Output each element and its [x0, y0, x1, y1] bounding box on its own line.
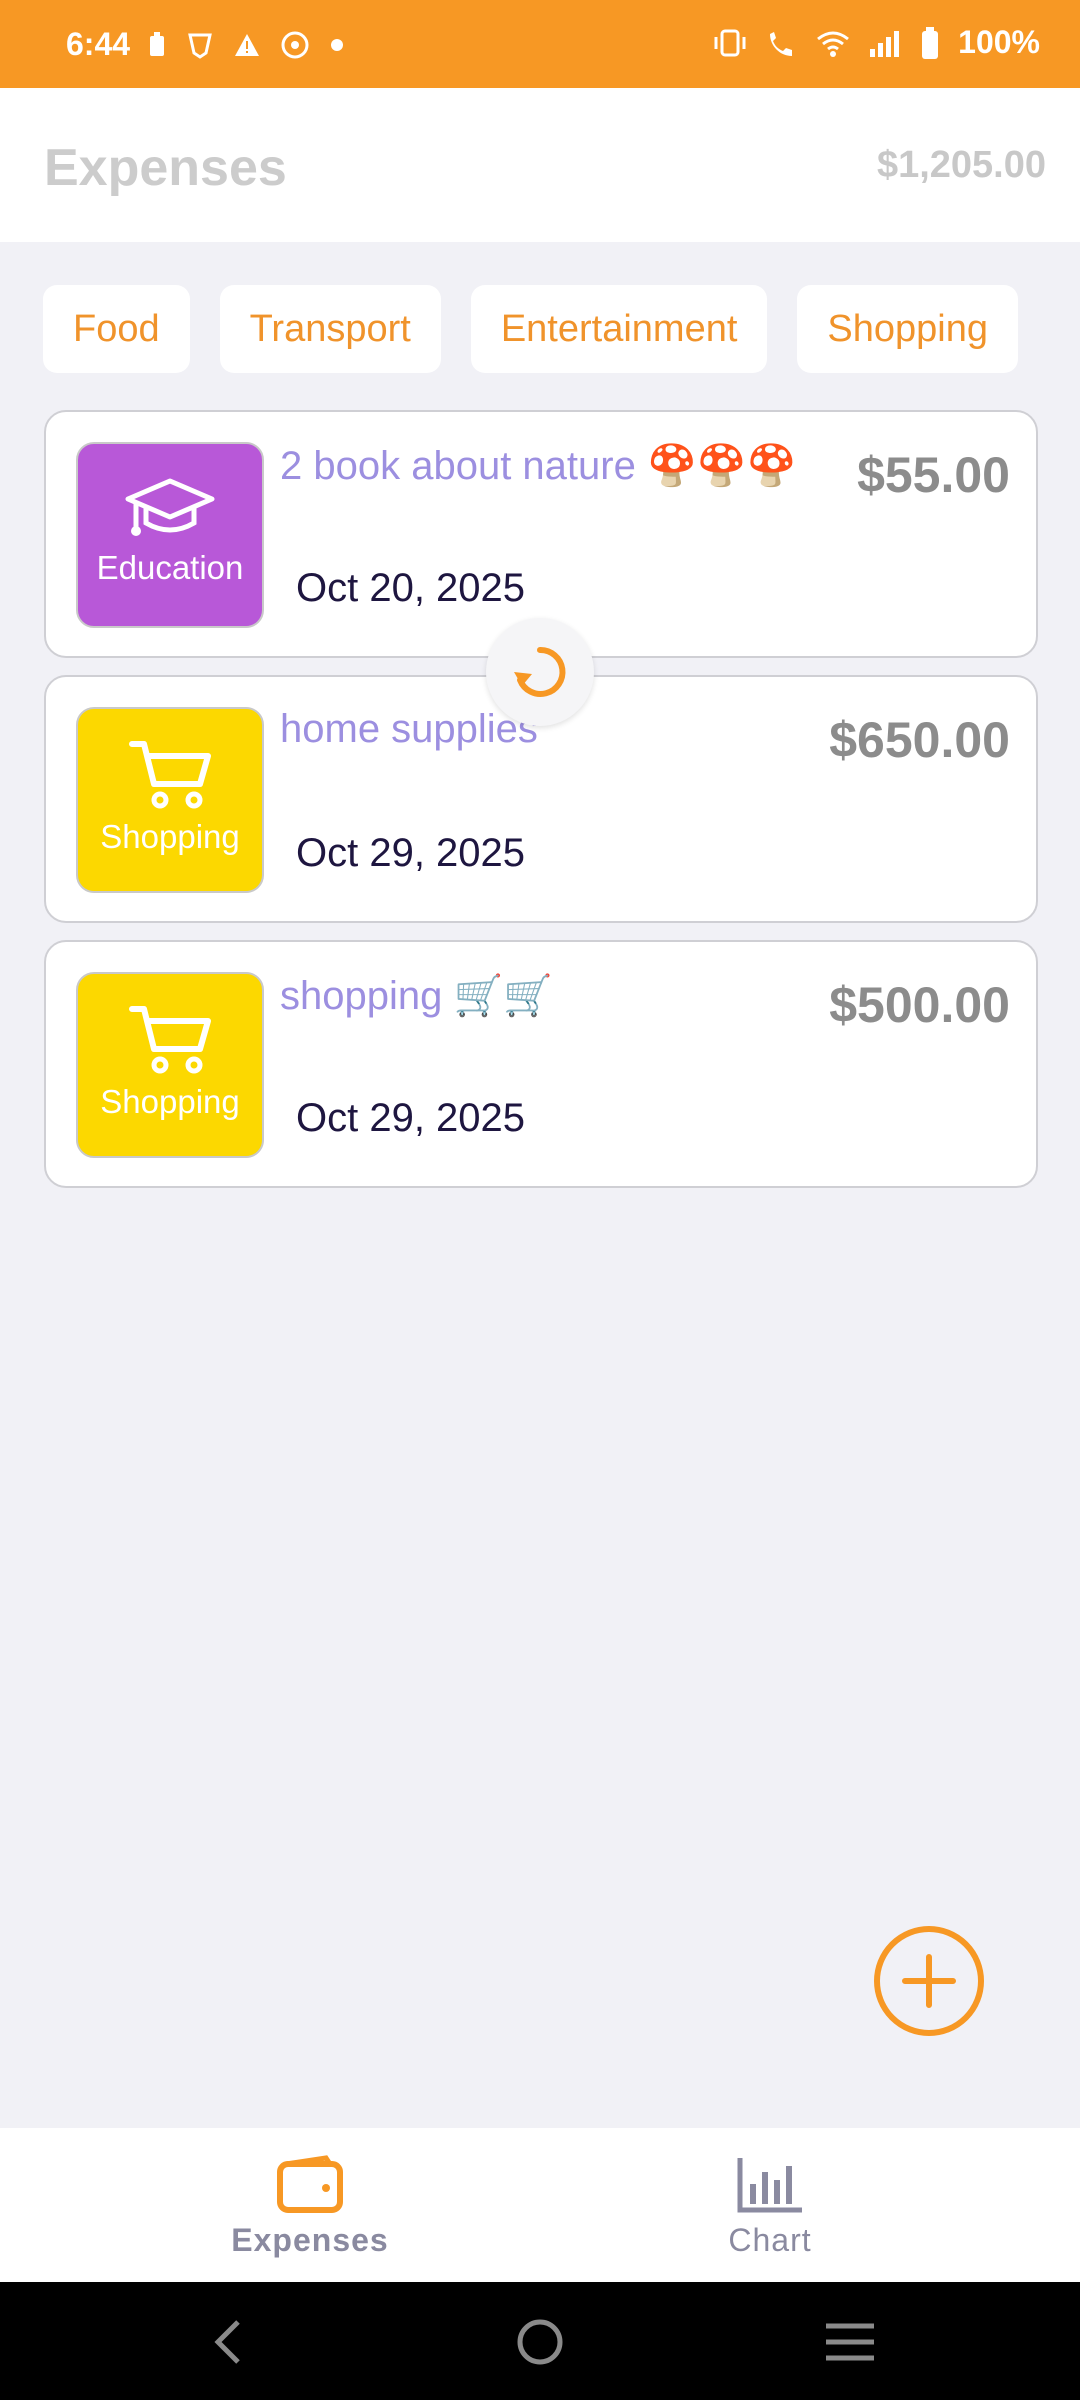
chip-food[interactable]: Food [43, 285, 190, 373]
tab-label: Chart [728, 2222, 812, 2258]
category-filter: Food Transport Entertainment Shopping [43, 285, 1018, 373]
system-navigation-bar [0, 2282, 1080, 2400]
wallet-icon [277, 2155, 343, 2213]
system-icons: 100% [712, 24, 1040, 61]
category-label: Shopping [100, 1083, 240, 1120]
dot-icon [331, 39, 343, 51]
notification-icons [148, 30, 344, 60]
warning-icon [235, 34, 259, 56]
expense-title: 2 book about nature 🍄🍄🍄 [280, 444, 797, 488]
category-badge: Shopping [76, 972, 264, 1158]
tab-chart[interactable]: Chart [500, 2128, 1040, 2282]
wifi-call-icon [770, 31, 793, 56]
bar-chart-icon [737, 2158, 802, 2213]
status-bar: 6:44 100% [0, 0, 1080, 88]
chip-shopping[interactable]: Shopping [797, 285, 1018, 373]
expense-title: home supplies [280, 707, 538, 751]
bottom-tab-bar: Expenses Chart [0, 2128, 1080, 2282]
category-badge: Shopping [76, 707, 264, 893]
expense-card[interactable]: Shopping shopping 🛒🛒 Oct 29, 2025 $500.0… [44, 940, 1038, 1188]
wifi-icon [817, 31, 850, 57]
category-label: Education [96, 549, 244, 586]
whatsapp-icon [281, 31, 309, 59]
refresh-indicator [486, 618, 594, 726]
tab-expenses[interactable]: Expenses [40, 2128, 580, 2282]
expense-title: shopping 🛒🛒 [280, 974, 554, 1018]
add-expense-button[interactable] [874, 1926, 984, 2036]
battery-percent: 100% [958, 24, 1040, 60]
expense-date: Oct 20, 2025 [296, 566, 526, 610]
chip-transport[interactable]: Transport [219, 285, 441, 373]
signal-icon [870, 30, 900, 57]
brave-icon [188, 33, 212, 59]
battery-icon [922, 26, 939, 59]
status-time: 6:44 [66, 26, 131, 62]
shopping-cart-icon [129, 741, 211, 809]
tab-label: Expenses [231, 2222, 389, 2258]
category-label: Shopping [100, 818, 240, 855]
expense-amount: $55.00 [857, 447, 1010, 503]
battery-saver-icon [150, 32, 164, 56]
graduation-cap-icon [125, 478, 215, 536]
expense-date: Oct 29, 2025 [296, 1096, 526, 1140]
expense-amount: $650.00 [829, 712, 1010, 768]
recents-icon[interactable] [824, 2320, 876, 2364]
expense-amount: $500.00 [829, 977, 1010, 1033]
page-title: Expenses [44, 139, 287, 197]
app-header: Expenses $1,205.00 [0, 88, 1080, 242]
chip-entertainment[interactable]: Entertainment [470, 285, 768, 373]
home-icon[interactable] [514, 2316, 566, 2368]
expense-date: Oct 29, 2025 [296, 831, 526, 875]
vibrate-icon [714, 29, 746, 56]
back-icon[interactable] [208, 2318, 248, 2366]
total-amount: $1,205.00 [876, 144, 1046, 186]
plus-icon [902, 1954, 956, 2008]
category-badge: Education [76, 442, 264, 628]
refresh-icon [514, 646, 566, 697]
shopping-cart-icon [129, 1006, 211, 1074]
